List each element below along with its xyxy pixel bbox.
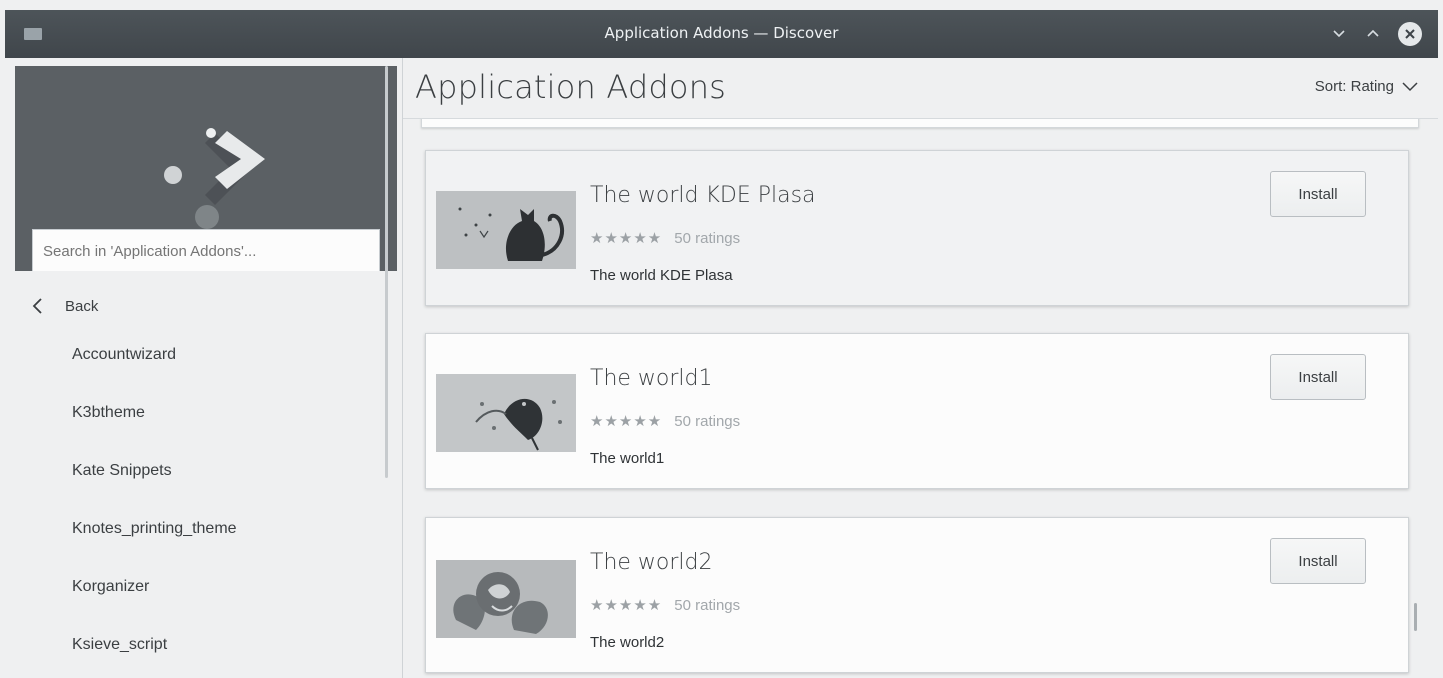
sidebar-header — [15, 66, 397, 271]
addon-rating: ★★★★★ 50 ratings — [590, 229, 741, 248]
addon-name[interactable]: The world1 — [590, 366, 712, 391]
main-scrollbar[interactable] — [1414, 603, 1417, 631]
sidebar-item-k3btheme[interactable]: K3btheme — [5, 384, 385, 442]
addon-name[interactable]: The world2 — [590, 550, 712, 575]
previous-card-edge — [421, 119, 1419, 128]
addon-rating: ★★★★★ 50 ratings — [590, 596, 741, 615]
ratings-count: 50 ratings — [674, 229, 741, 247]
page-title: Application Addons — [415, 68, 727, 106]
install-button[interactable]: Install — [1270, 354, 1366, 400]
back-button[interactable]: Back — [31, 291, 98, 321]
addon-card[interactable]: The world1 ★★★★★ 50 ratings The world1 I… — [425, 333, 1409, 489]
search-input[interactable] — [32, 229, 380, 271]
maximize-icon[interactable] — [1361, 22, 1385, 46]
sidebar-scrollbar[interactable] — [385, 66, 388, 478]
discover-logo-icon — [164, 128, 265, 229]
install-button[interactable]: Install — [1270, 538, 1366, 584]
rating-stars-icon: ★★★★★ — [590, 597, 663, 614]
back-label: Back — [65, 297, 99, 315]
addon-thumbnail — [436, 374, 576, 452]
addon-thumbnail — [436, 191, 576, 269]
sidebar-item-accountwizard[interactable]: Accountwizard — [5, 326, 385, 384]
addon-list: The world KDE Plasa ★★★★★ 50 ratings The… — [403, 119, 1438, 678]
sidebar-item-knotes-printing-theme[interactable]: Knotes_printing_theme — [5, 500, 385, 558]
sort-label: Sort: Rating — [1314, 78, 1394, 95]
chevron-left-icon — [32, 298, 42, 314]
sidebar-item-ksieve-script[interactable]: Ksieve_script — [5, 616, 385, 674]
main-content: Application Addons Sort: Rating The worl… — [403, 58, 1438, 678]
rating-stars-icon: ★★★★★ — [590, 230, 663, 247]
category-list: Accountwizard K3btheme Kate Snippets Kno… — [5, 326, 385, 674]
sidebar-item-kate-snippets[interactable]: Kate Snippets — [5, 442, 385, 500]
install-button[interactable]: Install — [1270, 171, 1366, 217]
sort-dropdown[interactable]: Sort: Rating — [1315, 78, 1418, 95]
sidebar-item-korganizer[interactable]: Korganizer — [5, 558, 385, 616]
addon-summary: The world KDE Plasa — [590, 267, 733, 284]
chevron-down-icon — [1402, 81, 1418, 91]
ratings-count: 50 ratings — [674, 596, 741, 614]
addon-thumbnail — [436, 560, 576, 638]
window-title: Application Addons — Discover — [604, 24, 839, 42]
minimize-icon[interactable] — [1327, 22, 1351, 46]
addon-name[interactable]: The world KDE Plasa — [590, 183, 816, 208]
title-bar: Application Addons — Discover — [5, 10, 1438, 58]
addon-rating: ★★★★★ 50 ratings — [590, 412, 741, 431]
addon-card[interactable]: The world2 ★★★★★ 50 ratings The world2 I… — [425, 517, 1409, 673]
addon-summary: The world1 — [590, 450, 665, 467]
addon-summary: The world2 — [590, 634, 665, 651]
rating-stars-icon: ★★★★★ — [590, 413, 663, 430]
close-icon[interactable] — [1398, 22, 1422, 46]
ratings-count: 50 ratings — [674, 412, 741, 430]
addon-card[interactable]: The world KDE Plasa ★★★★★ 50 ratings The… — [425, 150, 1409, 306]
discover-window: Application Addons — Discover Back — [5, 10, 1438, 678]
sidebar: Back Accountwizard K3btheme Kate Snippet… — [5, 58, 402, 678]
